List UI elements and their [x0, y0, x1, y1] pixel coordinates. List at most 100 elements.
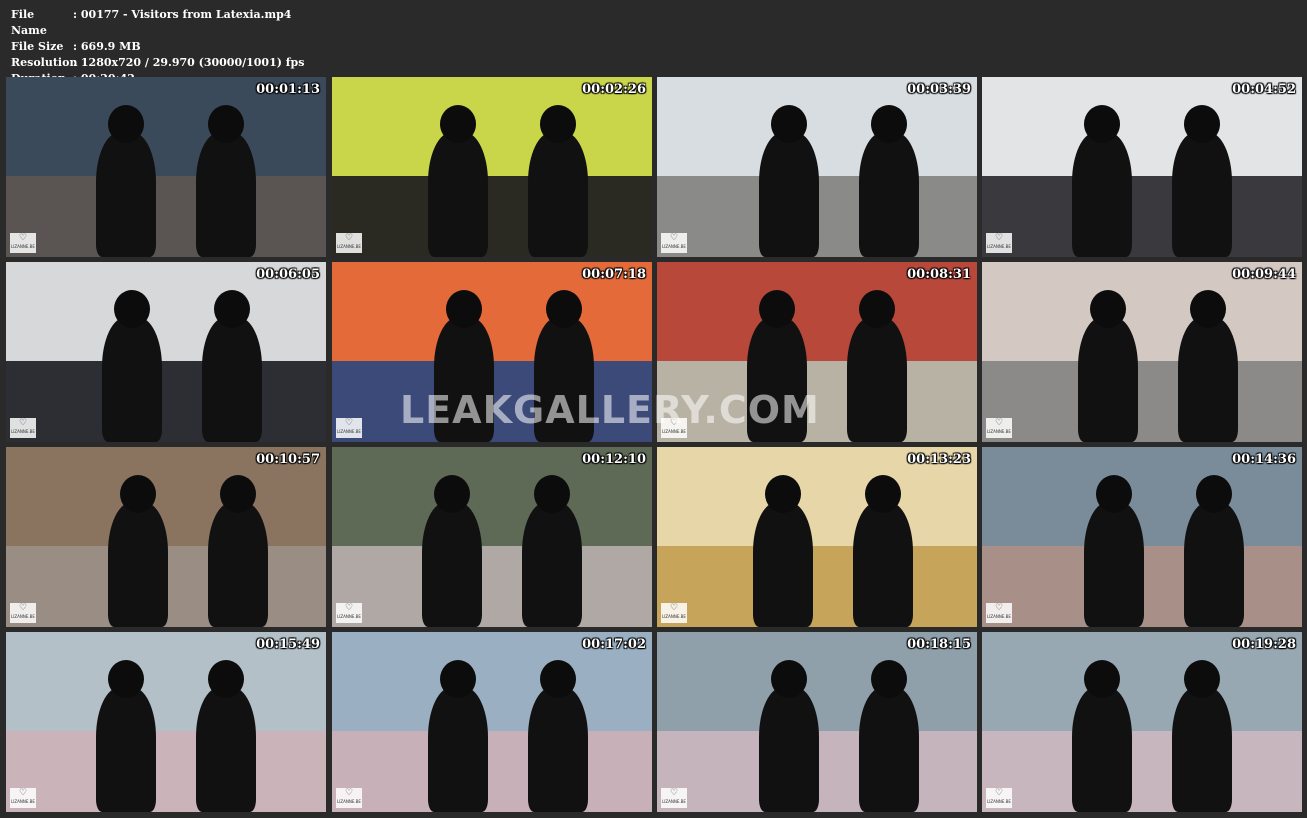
thumbnail-timestamp: 00:09:44: [1232, 267, 1296, 282]
resolution-label: Resolution: [11, 56, 78, 69]
figure-silhouette: [434, 317, 494, 442]
thumbnail[interactable]: 00:19:28 ♡ LIZANNE.BE: [982, 632, 1302, 812]
thumbnail-floor: [6, 361, 326, 442]
figure-head: [1190, 290, 1226, 328]
lizanne-logo: ♡ LIZANNE.BE: [10, 788, 36, 808]
thumbnail[interactable]: 00:18:15 ♡ LIZANNE.BE: [657, 632, 977, 812]
lizanne-logo: ♡ LIZANNE.BE: [986, 233, 1012, 253]
thumbnail-timestamp: 00:01:13: [256, 82, 320, 97]
figure-head: [865, 475, 901, 513]
thumbnail[interactable]: 00:15:49 ♡ LIZANNE.BE: [6, 632, 326, 812]
figure-head: [1096, 475, 1132, 513]
figure-head: [208, 660, 244, 698]
thumbnail[interactable]: 00:14:36 ♡ LIZANNE.BE: [982, 447, 1302, 627]
resolution-row: Resolution : 1280x720 / 29.970 (30000/10…: [11, 55, 304, 71]
lizanne-logo: ♡ LIZANNE.BE: [986, 788, 1012, 808]
heart-icon: ♡: [994, 233, 1004, 243]
lizanne-logo: ♡ LIZANNE.BE: [336, 788, 362, 808]
figure-silhouette: [428, 687, 488, 812]
figure-head: [771, 660, 807, 698]
heart-icon: ♡: [669, 603, 679, 613]
resolution-value: : 1280x720 / 29.970 (30000/1001) fps: [73, 56, 305, 69]
thumbnail-floor: [657, 546, 977, 627]
figure-head: [214, 290, 250, 328]
thumbnail[interactable]: 00:12:10 ♡ LIZANNE.BE: [332, 447, 652, 627]
lizanne-logo: ♡ LIZANNE.BE: [336, 233, 362, 253]
heart-icon: ♡: [344, 233, 354, 243]
logo-text: LIZANNE.BE: [337, 799, 361, 804]
logo-text: LIZANNE.BE: [337, 244, 361, 249]
figure-head: [1196, 475, 1232, 513]
figure-silhouette: [1172, 687, 1232, 812]
lizanne-logo: ♡ LIZANNE.BE: [986, 603, 1012, 623]
figure-head: [1184, 660, 1220, 698]
figure-head: [759, 290, 795, 328]
figure-silhouette: [196, 132, 256, 257]
figure-silhouette: [747, 317, 807, 442]
figure-silhouette: [528, 687, 588, 812]
thumbnail-floor: [982, 176, 1302, 257]
thumbnail-floor: [657, 361, 977, 442]
thumbnail[interactable]: 00:07:18 ♡ LIZANNE.BE: [332, 262, 652, 442]
file-info-panel: File Name : 00177 - Visitors from Latexi…: [11, 7, 304, 87]
thumbnail-floor: [6, 176, 326, 257]
figure-head: [440, 660, 476, 698]
figure-head: [120, 475, 156, 513]
figure-head: [859, 290, 895, 328]
thumbnail[interactable]: 00:09:44 ♡ LIZANNE.BE: [982, 262, 1302, 442]
thumbnail-timestamp: 00:10:57: [256, 452, 320, 467]
heart-icon: ♡: [994, 418, 1004, 428]
figure-silhouette: [108, 502, 168, 627]
file-name-value: : 00177 - Visitors from Latexia.mp4: [73, 8, 292, 21]
thumbnail[interactable]: 00:01:13 ♡ LIZANNE.BE: [6, 77, 326, 257]
file-size-value: : 669.9 MB: [73, 40, 141, 53]
thumbnail[interactable]: 00:10:57 ♡ LIZANNE.BE: [6, 447, 326, 627]
thumbnail-timestamp: 00:19:28: [1232, 637, 1296, 652]
figure-silhouette: [522, 502, 582, 627]
figure-silhouette: [1072, 687, 1132, 812]
thumbnail[interactable]: 00:06:05 ♡ LIZANNE.BE: [6, 262, 326, 442]
thumbnail-timestamp: 00:03:39: [907, 82, 971, 97]
heart-icon: ♡: [18, 603, 28, 613]
figure-silhouette: [847, 317, 907, 442]
logo-text: LIZANNE.BE: [11, 614, 35, 619]
figure-head: [546, 290, 582, 328]
figure-head: [534, 475, 570, 513]
figure-head: [208, 105, 244, 143]
logo-text: LIZANNE.BE: [987, 614, 1011, 619]
thumbnail[interactable]: 00:17:02 ♡ LIZANNE.BE: [332, 632, 652, 812]
heart-icon: ♡: [669, 233, 679, 243]
figure-head: [771, 105, 807, 143]
heart-icon: ♡: [18, 788, 28, 798]
thumbnail-timestamp: 00:07:18: [582, 267, 646, 282]
heart-icon: ♡: [994, 603, 1004, 613]
file-size-row: File Size : 669.9 MB: [11, 39, 304, 55]
figure-silhouette: [96, 687, 156, 812]
thumbnail[interactable]: 00:02:26 ♡ LIZANNE.BE: [332, 77, 652, 257]
heart-icon: ♡: [344, 788, 354, 798]
logo-text: LIZANNE.BE: [11, 429, 35, 434]
thumbnail-timestamp: 00:02:26: [582, 82, 646, 97]
figure-silhouette: [759, 687, 819, 812]
thumbnail-timestamp: 00:06:05: [256, 267, 320, 282]
file-size-label: File Size: [11, 40, 64, 53]
figure-head: [871, 105, 907, 143]
figure-silhouette: [753, 502, 813, 627]
figure-silhouette: [853, 502, 913, 627]
thumbnail[interactable]: 00:08:31 ♡ LIZANNE.BE: [657, 262, 977, 442]
heart-icon: ♡: [18, 233, 28, 243]
figure-silhouette: [96, 132, 156, 257]
lizanne-logo: ♡ LIZANNE.BE: [336, 418, 362, 438]
figure-silhouette: [1184, 502, 1244, 627]
thumbnail[interactable]: 00:13:23 ♡ LIZANNE.BE: [657, 447, 977, 627]
thumbnail[interactable]: 00:04:52 ♡ LIZANNE.BE: [982, 77, 1302, 257]
heart-icon: ♡: [18, 418, 28, 428]
logo-text: LIZANNE.BE: [987, 799, 1011, 804]
heart-icon: ♡: [669, 418, 679, 428]
lizanne-logo: ♡ LIZANNE.BE: [661, 233, 687, 253]
thumbnail-grid: 00:01:13 ♡ LIZANNE.BE 00:02:26 ♡ LIZANNE.BE 00…: [6, 77, 1302, 812]
figure-head: [114, 290, 150, 328]
figure-head: [446, 290, 482, 328]
figure-silhouette: [428, 132, 488, 257]
thumbnail[interactable]: 00:03:39 ♡ LIZANNE.BE: [657, 77, 977, 257]
